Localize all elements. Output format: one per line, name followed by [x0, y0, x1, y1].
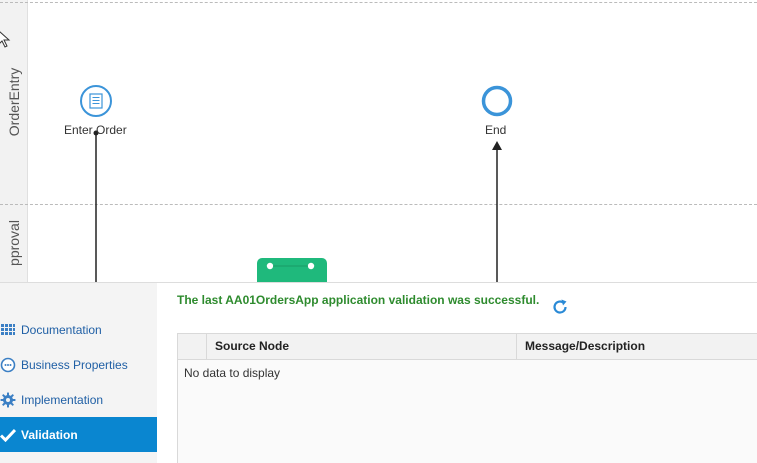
refresh-icon[interactable] [551, 298, 569, 316]
nav-validation[interactable]: Validation [0, 417, 157, 452]
panel-nav: Documentation Business Properties Implem… [0, 283, 157, 463]
table-header: Source Node Message/Description [178, 334, 757, 360]
arrowhead-to-end [492, 141, 502, 150]
enter-order-label: Enter Order [64, 123, 127, 137]
nav-implementation-label: Implementation [21, 392, 104, 407]
row-select-header[interactable] [178, 334, 206, 359]
approval-task-node[interactable] [257, 258, 327, 282]
form-task-icon [89, 93, 103, 109]
gear-icon [0, 392, 16, 408]
nav-implementation[interactable]: Implementation [0, 382, 157, 417]
validation-pane: The last AA01OrdersApp application valid… [157, 283, 757, 463]
nav-documentation[interactable]: Documentation [0, 312, 157, 347]
column-header-source-node[interactable]: Source Node [206, 334, 516, 359]
document-grid-icon [0, 322, 16, 338]
end-event-icon[interactable] [481, 85, 513, 117]
end-label: End [485, 123, 507, 137]
validation-results-table: Source Node Message/Description No data … [177, 333, 757, 463]
speech-bubble-icon [0, 357, 16, 373]
nav-business-properties[interactable]: Business Properties [0, 347, 157, 382]
process-canvas[interactable]: OrderEntry pproval Enter Order End [0, 0, 757, 282]
nav-documentation-label: Documentation [21, 322, 102, 337]
process-editor: OrderEntry pproval Enter Order End Docum… [0, 0, 757, 463]
empty-table-message: No data to display [184, 366, 281, 380]
column-header-message[interactable]: Message/Description [516, 334, 757, 359]
enter-order-node[interactable] [80, 85, 112, 117]
flow-layer [80, 85, 513, 282]
validation-status-message: The last AA01OrdersApp application valid… [177, 293, 540, 307]
human-task-icon [266, 262, 274, 270]
nav-business-properties-label: Business Properties [21, 357, 128, 372]
checkmark-icon [0, 427, 16, 443]
nav-validation-label: Validation [21, 427, 78, 442]
properties-panel: Documentation Business Properties Implem… [0, 282, 757, 463]
